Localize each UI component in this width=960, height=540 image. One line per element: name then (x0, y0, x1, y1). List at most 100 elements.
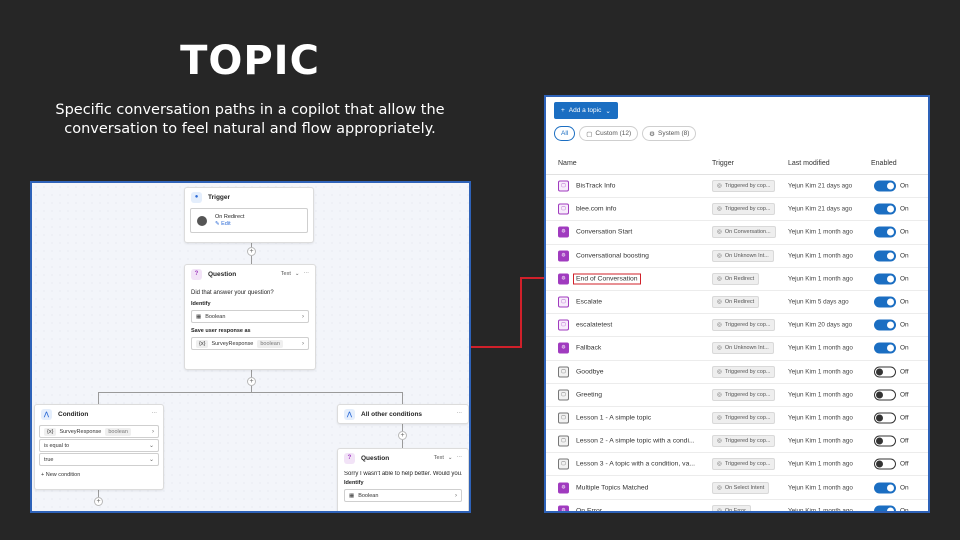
enabled-toggle[interactable] (874, 458, 896, 470)
more-options-icon[interactable]: ⋯ (152, 411, 158, 417)
enabled-toggle[interactable] (874, 273, 896, 285)
grid-icon: ▦ (196, 313, 202, 320)
enabled-toggle[interactable] (874, 180, 896, 192)
toggle-knob (876, 437, 883, 445)
trigger-badge: ◎ Triggered by cop... (712, 411, 776, 424)
identify-select[interactable]: ▦ Boolean › (344, 489, 462, 502)
enabled-toggle[interactable] (874, 319, 896, 331)
trigger-text: Triggered by cop... (724, 322, 771, 329)
trigger-badge: ◎ Triggered by cop... (712, 458, 776, 471)
enabled-toggle[interactable] (874, 342, 896, 354)
question-node-2[interactable]: ? Question Text ⌄ ⋯ Sorry I wasn't able … (337, 448, 469, 511)
operator-select[interactable]: is equal to ⌄ (39, 439, 159, 452)
toggle-state: On (900, 344, 909, 352)
new-condition-button[interactable]: + New condition (35, 468, 163, 482)
column-name[interactable]: Name (558, 160, 577, 167)
chevron-right-icon: › (302, 340, 304, 347)
add-node-plus-icon[interactable]: + (247, 377, 256, 386)
topic-name[interactable]: Lesson 3 - A topic with a condition, va.… (576, 461, 695, 468)
table-row[interactable]: ⚙ Conversation Start ◎ On Conversation... Ye… (546, 221, 928, 245)
chevron-right-icon: › (455, 492, 457, 499)
enabled-toggle[interactable] (874, 389, 896, 401)
add-node-plus-icon[interactable]: + (398, 431, 407, 440)
enabled-toggle[interactable] (874, 296, 896, 308)
enabled-toggle[interactable] (874, 412, 896, 424)
edit-link[interactable]: Edit (221, 221, 230, 227)
more-options-icon[interactable]: ⋯ (457, 455, 463, 461)
topic-name[interactable]: Lesson 1 - A simple topic (576, 414, 651, 421)
question-node[interactable]: ? Question Text ⌄ ⋯ Did that answer your… (184, 264, 316, 370)
topic-name[interactable]: Fallback (576, 345, 601, 352)
filter-chip[interactable]: ⚙ System (8) (642, 126, 697, 141)
filter-chip[interactable]: All (554, 126, 576, 141)
table-row[interactable]: ⚙ On Error ◎ On Error Yejun Kim 1 month ago O… (546, 500, 928, 511)
topic-name[interactable]: On Error (576, 507, 602, 511)
trigger-badge: ◎ On Redirect (712, 296, 760, 309)
callout-connector (471, 346, 522, 348)
last-modified: Yejun Kim 1 month ago (788, 275, 853, 283)
topic-name[interactable]: Greeting (576, 391, 602, 398)
table-row[interactable]: ▢ Greeting ◎ Triggered by cop... Yejun Kim 1… (546, 384, 928, 407)
trigger-icon: ◎ (717, 229, 722, 236)
table-row[interactable]: ⚙ Fallback ◎ On Unknown Int... Yejun Kim 1 m… (546, 337, 928, 361)
table-row[interactable]: ▢ escalatetest ◎ Triggered by cop... Yejun K… (546, 314, 928, 338)
table-row[interactable]: ▢ BisTrack Info ◎ Triggered by cop... Yejun … (546, 175, 928, 199)
question-type-dropdown[interactable]: Text (434, 455, 444, 461)
table-row[interactable]: ⚙ Multiple Topics Matched ◎ On Select Inten… (546, 476, 928, 500)
condition-node[interactable]: ⋀ Condition ⋯ {x} SurveyResponse boolean… (34, 404, 164, 490)
filter-chip[interactable]: ▢ Custom (12) (579, 126, 639, 141)
question-node-title: Question (208, 270, 237, 278)
add-node-plus-icon[interactable]: + (94, 497, 103, 506)
table-row[interactable]: ▢ Lesson 2 - A simple topic with a condi.… (546, 430, 928, 454)
save-response-label: Save user response as (191, 328, 251, 334)
topic-name[interactable]: Multiple Topics Matched (576, 484, 648, 491)
column-last-modified[interactable]: Last modified (788, 160, 830, 167)
table-row[interactable]: ⚙ Conversational boosting ◎ On Unknown Int.… (546, 245, 928, 268)
topic-name[interactable]: Conversational boosting (576, 252, 649, 259)
enabled-toggle[interactable] (874, 435, 896, 447)
topic-name[interactable]: BisTrack Info (576, 183, 615, 190)
topic-name[interactable]: Lesson 2 - A simple topic with a condi..… (576, 438, 695, 445)
trigger-badge: ◎ On Conversation... (712, 226, 776, 239)
trigger-node[interactable]: ● Trigger On Redirect ✎ Edit (184, 187, 314, 243)
plus-icon: + (41, 472, 45, 478)
trigger-icon: ◎ (717, 299, 722, 306)
enabled-toggle[interactable] (874, 482, 896, 494)
enabled-toggle[interactable] (874, 366, 896, 378)
add-node-plus-icon[interactable]: + (247, 247, 256, 256)
trigger-text: On Conversation... (724, 229, 771, 236)
table-row[interactable]: ▢ Lesson 1 - A simple topic ◎ Triggered by … (546, 407, 928, 431)
more-options-icon[interactable]: ⋯ (304, 271, 310, 277)
enabled-toggle[interactable] (874, 505, 896, 511)
enabled-toggle[interactable] (874, 226, 896, 238)
more-options-icon[interactable]: ⋯ (457, 411, 463, 417)
table-row[interactable]: ▢ Escalate ◎ On Redirect Yejun Kim 5 days ag… (546, 291, 928, 315)
topic-name[interactable]: Conversation Start (576, 229, 632, 236)
toggle-knob (876, 368, 883, 376)
table-row[interactable]: ▢ Goodbye ◎ Triggered by cop... Yejun Kim 1 … (546, 361, 928, 384)
trigger-badge: ◎ On Redirect (712, 272, 760, 285)
add-topic-button[interactable]: + Add a topic ⌄ (554, 102, 618, 119)
table-row[interactable]: ▢ Lesson 3 - A topic with a condition, va… (546, 453, 928, 477)
enabled-toggle[interactable] (874, 203, 896, 215)
topic-name[interactable]: blee.com info (576, 206, 616, 213)
table-row[interactable]: ▢ blee.com info ◎ Triggered by cop... Yejun … (546, 198, 928, 222)
topic-name[interactable]: Goodbye (576, 368, 604, 375)
condition-value-input[interactable]: true ⌄ (39, 453, 159, 466)
enabled-toggle[interactable] (874, 250, 896, 262)
column-enabled[interactable]: Enabled (871, 160, 897, 167)
column-trigger[interactable]: Trigger (712, 160, 734, 167)
condition-variable-select[interactable]: {x} SurveyResponse boolean › (39, 425, 159, 438)
table-row[interactable]: ⚙ End of Conversation ◎ On Redirect Yejun Ki… (546, 268, 928, 291)
trigger-icon: ◎ (717, 275, 722, 282)
identify-label: Identify (344, 480, 364, 486)
identify-select[interactable]: ▦ Boolean › (191, 310, 309, 323)
topic-name[interactable]: escalatetest (576, 322, 612, 329)
chat-icon: ▢ (586, 130, 593, 138)
save-variable-select[interactable]: {x} SurveyResponse boolean › (191, 337, 309, 350)
other-conditions-node[interactable]: ⋀ All other conditions ⋯ (337, 404, 469, 424)
trigger-text: Triggered by cop... (724, 183, 771, 190)
question-type-dropdown[interactable]: Text (281, 271, 291, 277)
topic-name[interactable]: End of Conversation (573, 273, 641, 285)
topic-name[interactable]: Escalate (576, 299, 602, 306)
